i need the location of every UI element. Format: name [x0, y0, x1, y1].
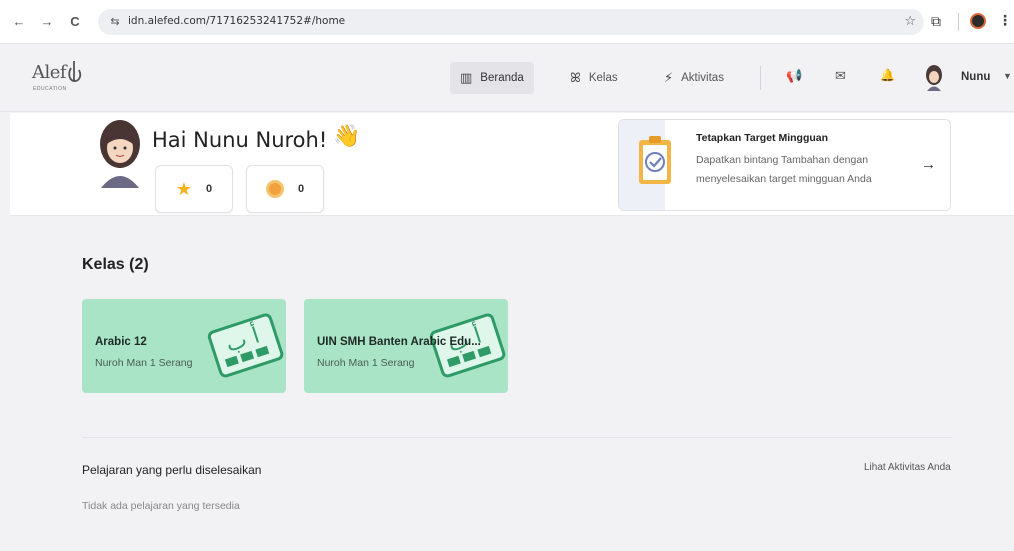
- address-bar[interactable]: ⇆ idn.alefed.com/71716253241752#/home ☆: [98, 9, 924, 35]
- nav-kelas[interactable]: ꕤ Kelas: [560, 62, 628, 94]
- classes-heading: Kelas (2): [82, 256, 149, 273]
- star-icon: ★: [175, 178, 192, 199]
- welcome-panel: Hai Nunu Nuroh! 👋 ★ 0 0 Tetapkan Target …: [10, 113, 1014, 216]
- waving-hand-icon: 👋: [333, 123, 361, 148]
- class-card[interactable]: أ ب UIN SMH Banten Arabic Edu... Nuroh M…: [304, 299, 508, 393]
- toolbar-separator: [958, 13, 959, 31]
- nav-kelas-label: Kelas: [588, 72, 618, 84]
- extensions-icon[interactable]: ⧉: [931, 13, 941, 30]
- coins-count: 0: [297, 183, 305, 195]
- home-panel-icon: ▥: [460, 70, 473, 85]
- browser-menu-icon[interactable]: ⋮: [998, 12, 1012, 29]
- browser-profile-avatar[interactable]: [970, 13, 986, 29]
- view-activities-link[interactable]: Lihat Aktivitas Anda: [864, 462, 951, 473]
- clipboard-check-icon: [639, 136, 671, 184]
- student-avatar: [100, 120, 140, 188]
- class-school: Nuroh Man 1 Serang: [95, 357, 193, 369]
- lessons-heading: Pelajaran yang perlu diselesaikan: [82, 463, 262, 477]
- class-name: UIN SMH Banten Arabic Edu...: [317, 336, 481, 348]
- coin-icon: [265, 180, 284, 198]
- url-text[interactable]: idn.alefed.com/71716253241752#/home: [128, 15, 345, 27]
- section-divider: [82, 437, 952, 438]
- user-name[interactable]: Nunu: [961, 71, 990, 83]
- arrow-right-icon[interactable]: →: [921, 156, 936, 173]
- lessons-empty-state: Tidak ada pelajaran yang tersedia: [82, 500, 240, 512]
- mail-icon[interactable]: ✉: [835, 68, 846, 84]
- site-info-icon[interactable]: ⇆: [108, 15, 122, 29]
- class-card[interactable]: Arabic 12 Nuroh Man 1 Serang أ ب: [82, 299, 286, 393]
- greeting-heading: Hai Nunu Nuroh!: [152, 128, 328, 152]
- back-icon[interactable]: ←: [10, 13, 28, 31]
- arabic-book-icon: أ ب: [207, 313, 284, 378]
- user-avatar[interactable]: [924, 64, 944, 92]
- nav-beranda[interactable]: ▥ Beranda: [450, 62, 534, 94]
- activity-icon: ⚡: [664, 70, 674, 85]
- target-description: Dapatkan bintang Tambahan dengan menyele…: [696, 154, 872, 185]
- bookmark-star-icon[interactable]: ☆: [904, 13, 916, 29]
- coins-counter[interactable]: 0: [246, 165, 324, 213]
- weekly-target-card[interactable]: Tetapkan Target Mingguan Dapatkan bintan…: [618, 119, 951, 211]
- megaphone-icon[interactable]: 📢: [786, 68, 802, 84]
- class-name: Arabic 12: [95, 336, 147, 348]
- nav-beranda-label: Beranda: [480, 72, 524, 84]
- class-hierarchy-icon: ꕤ: [570, 70, 581, 85]
- user-menu-chevron-down-icon[interactable]: ▼: [1003, 71, 1012, 81]
- nav-aktivitas[interactable]: ⚡ Aktivitas: [654, 62, 734, 94]
- bell-icon[interactable]: 🔔: [880, 68, 895, 82]
- stars-count: 0: [206, 183, 213, 195]
- target-title: Tetapkan Target Mingguan: [696, 132, 829, 144]
- reload-icon[interactable]: C: [66, 13, 84, 31]
- stars-counter[interactable]: ★ 0: [155, 165, 233, 213]
- forward-icon[interactable]: →: [38, 13, 56, 31]
- browser-toolbar: ← → C ⇆ idn.alefed.com/71716253241752#/h…: [0, 0, 1014, 44]
- app-header: Alef EDUCATION ▥ Beranda ꕤ Kelas ⚡ Aktiv…: [0, 44, 1014, 112]
- alef-logo-mark-icon: [68, 61, 82, 83]
- nav-aktivitas-label: Aktivitas: [681, 72, 724, 84]
- class-school: Nuroh Man 1 Serang: [317, 357, 415, 369]
- header-separator: [760, 66, 761, 90]
- alef-logo-subtitle: EDUCATION: [33, 86, 67, 92]
- alef-logo-text[interactable]: Alef: [32, 62, 67, 83]
